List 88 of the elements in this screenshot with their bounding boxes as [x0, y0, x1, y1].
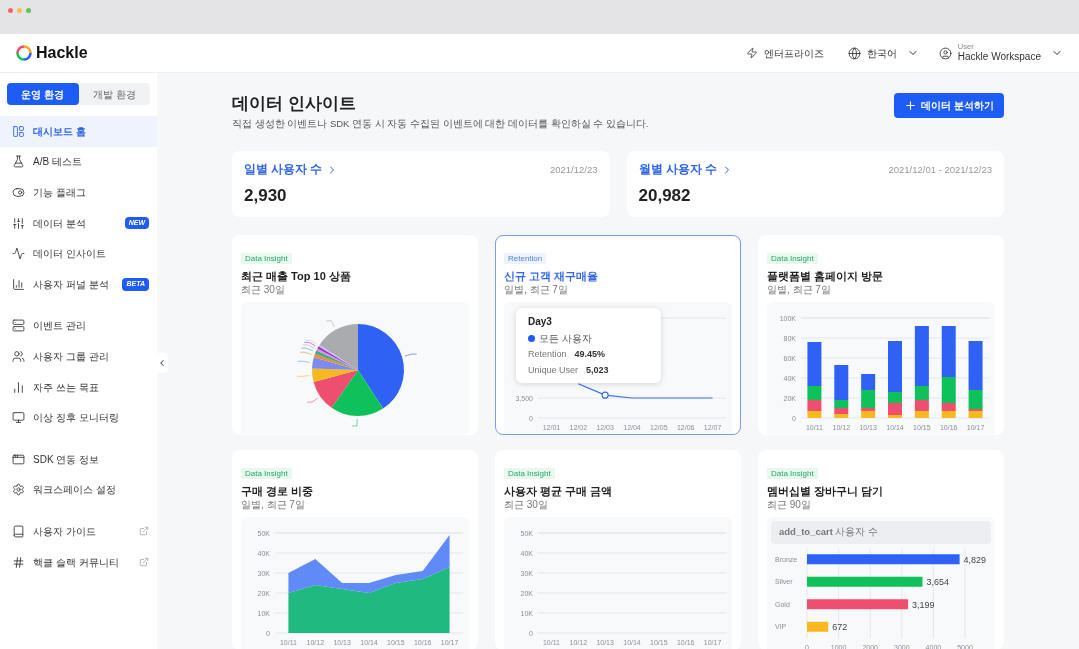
chart-bar: [861, 374, 876, 391]
chart-point: [601, 391, 609, 399]
card-subtitle: 일별, 최근 7일: [504, 284, 569, 297]
insight-tag: Retention: [504, 253, 547, 265]
analyze-button[interactable]: 데이터 분석하기: [894, 93, 1004, 118]
sidebar-item[interactable]: A/B 테스트: [0, 146, 157, 178]
insight-tag: Data Insight: [504, 468, 555, 480]
sidebar-item[interactable]: SDK 연동 정보: [0, 443, 157, 475]
leader-line: [325, 320, 335, 328]
window-icon: [12, 452, 25, 466]
logo-icon: [16, 45, 32, 61]
insight-tag: Data Insight: [241, 468, 292, 480]
sidebar-item[interactable]: 워크스페이스 설정: [0, 474, 157, 506]
legend-label: 모든 사용자: [539, 332, 592, 347]
tooltip-label: Unique User: [528, 363, 579, 377]
server-icon: [12, 319, 25, 333]
value-label: 3,199: [912, 599, 935, 610]
card-subtitle: 일별, 최근 7일: [767, 284, 832, 297]
stat-value: 2,930: [244, 184, 288, 207]
stat-value: 20,982: [638, 184, 692, 207]
card-title: 구매 경로 비중: [241, 484, 315, 500]
globe-icon: [847, 46, 861, 60]
plus-icon: [904, 99, 918, 112]
card-title: 사용자 평균 구매 금액: [504, 484, 614, 500]
pulse-icon: [12, 247, 25, 261]
header-link[interactable]: 한국어: [843, 45, 923, 61]
insight-tag: Data Insight: [767, 468, 818, 480]
sidebar-item[interactable]: 데이터 인사이트: [0, 238, 157, 269]
bar-chart-icon: [12, 277, 25, 291]
leader-line: [306, 398, 319, 403]
settings-icon: [12, 483, 25, 497]
sidebar-item[interactable]: 기능 플래그: [0, 177, 157, 208]
sidebar-item[interactable]: 핵클 슬랙 커뮤니티: [0, 546, 157, 578]
stat-link[interactable]: 월별 사용자 수: [638, 161, 733, 179]
sidebar-item[interactable]: 이벤트 관리: [0, 310, 157, 342]
bar-chart-icon: [12, 380, 25, 394]
page-title: 데이터 인사이트: [232, 93, 357, 115]
leader-line: [297, 375, 310, 377]
leader-line: [404, 354, 417, 357]
sidebar-item[interactable]: 사용자 그룹 관리: [0, 341, 157, 372]
card-title: 플랫폼별 홈페이지 방문: [767, 269, 885, 285]
flask-icon: [12, 155, 25, 169]
value-label: 3,654: [926, 576, 949, 587]
sidebar-item[interactable]: 자주 쓰는 목표: [0, 371, 157, 403]
card-title: 최근 매출 Top 10 상품: [241, 269, 352, 285]
tooltip-value: 5,023: [586, 363, 609, 377]
monitor-icon: [12, 411, 25, 425]
insight-tag: Data Insight: [767, 253, 818, 265]
card-title: 신규 고객 재구매율: [504, 269, 600, 285]
user-icon: [938, 46, 952, 60]
env-tab[interactable]: 개발 환경: [78, 83, 150, 105]
sliders-icon: [12, 216, 25, 230]
card-subtitle: 최근 30일: [504, 499, 549, 512]
book-icon: [12, 524, 25, 538]
env-tab[interactable]: 운영 환경: [7, 83, 79, 105]
card-subtitle: 최근 90일: [767, 499, 812, 512]
insight-card[interactable]: Data Insight 최근 매출 Top 10 상품 최근 30일: [232, 235, 478, 436]
toggle-icon: [12, 186, 25, 199]
hash-icon: [12, 555, 25, 569]
users-icon: [12, 349, 25, 363]
card-subtitle: 일별, 최근 7일: [241, 499, 306, 512]
tooltip-value: 49.45%: [574, 348, 606, 362]
page-subtitle: 직접 생성한 이벤트나 SDK 연동 시 자동 수집된 이벤트에 대한 데이터를 확인하실 수 있습니다.: [232, 117, 649, 131]
dashboard-icon: [12, 124, 25, 138]
stat-date: 2021/12/23: [549, 162, 598, 177]
insight-tag: Data Insight: [241, 253, 292, 265]
lightning-icon: [745, 47, 758, 59]
small-pie-slices: [313, 345, 358, 371]
chevron-left-icon: [157, 358, 167, 368]
workspace-name: Hackle Workspace: [957, 51, 1041, 64]
value-label: 4,829: [963, 554, 987, 565]
tooltip-title: Day3: [528, 315, 553, 330]
chart-bar: [807, 621, 829, 632]
header-link[interactable]: 엔터프라이즈: [741, 45, 828, 61]
sidebar-item[interactable]: 사용자 가이드: [0, 516, 157, 547]
sidebar-item[interactable]: 대시보드 홈: [0, 116, 157, 147]
leader-line: [297, 361, 310, 363]
card-title: 멤버십별 장바구니 담기: [767, 484, 885, 500]
logo-text: Hackle: [36, 43, 88, 63]
stat-link[interactable]: 일별 사용자 수: [244, 161, 339, 179]
value-label: 672: [832, 621, 848, 632]
collapse-button[interactable]: [156, 353, 168, 373]
tooltip-label: Retention: [528, 348, 567, 362]
sidebar-item[interactable]: 이상 징후 모니터링: [0, 402, 157, 433]
card-subtitle: 최근 30일: [241, 284, 286, 297]
stat-date: 2021/12/01 - 2021/12/23: [888, 162, 992, 177]
chart-title: add_to_cart 사용자 수: [771, 521, 991, 544]
leader-line: [351, 418, 358, 427]
